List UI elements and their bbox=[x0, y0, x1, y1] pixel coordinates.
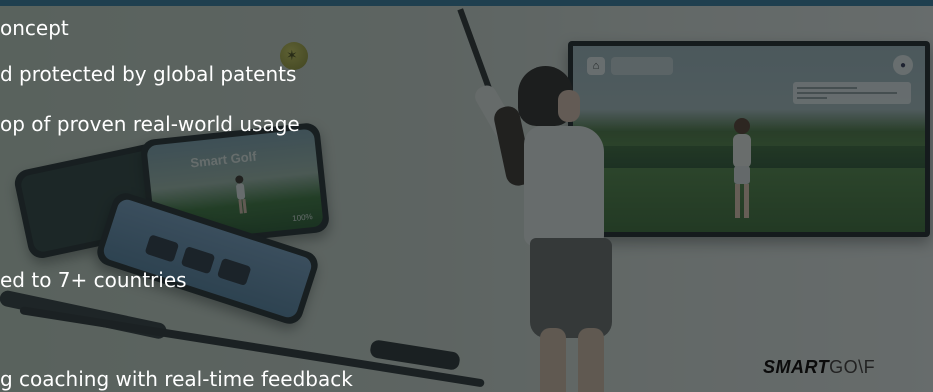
bullet-line-1: oncept bbox=[0, 16, 69, 40]
tip-line bbox=[797, 87, 857, 89]
smartgolf-logo: SMARTGO\F bbox=[763, 357, 875, 378]
tip-line bbox=[797, 92, 897, 94]
logo-bold-text: SMART bbox=[763, 357, 830, 377]
bullet-line-2: d protected by global patents bbox=[0, 62, 297, 86]
golfer-figure-icon bbox=[235, 175, 247, 214]
bullet-line-5: g coaching with real-time feedback bbox=[0, 367, 353, 391]
phone-app-name: Smart Golf bbox=[189, 148, 258, 171]
player-face bbox=[558, 90, 580, 122]
bullet-line-4: ed to 7+ countries bbox=[0, 268, 187, 292]
player-leg-left bbox=[540, 328, 566, 392]
tip-line bbox=[797, 97, 827, 99]
player-skirt bbox=[530, 238, 612, 338]
profile-icon: ● bbox=[893, 55, 913, 75]
bullet-line-3: op of proven real-world usage bbox=[0, 112, 300, 136]
avatar-golfer-icon bbox=[733, 118, 751, 218]
tip-card bbox=[793, 82, 911, 104]
logo-light-text: GO\F bbox=[829, 357, 876, 377]
app-tile bbox=[144, 234, 180, 263]
player-shirt bbox=[524, 126, 604, 246]
player-figure bbox=[457, 8, 630, 392]
app-tile bbox=[216, 257, 252, 287]
player-leg-right bbox=[578, 328, 604, 392]
phone-battery: 100% bbox=[291, 212, 314, 224]
